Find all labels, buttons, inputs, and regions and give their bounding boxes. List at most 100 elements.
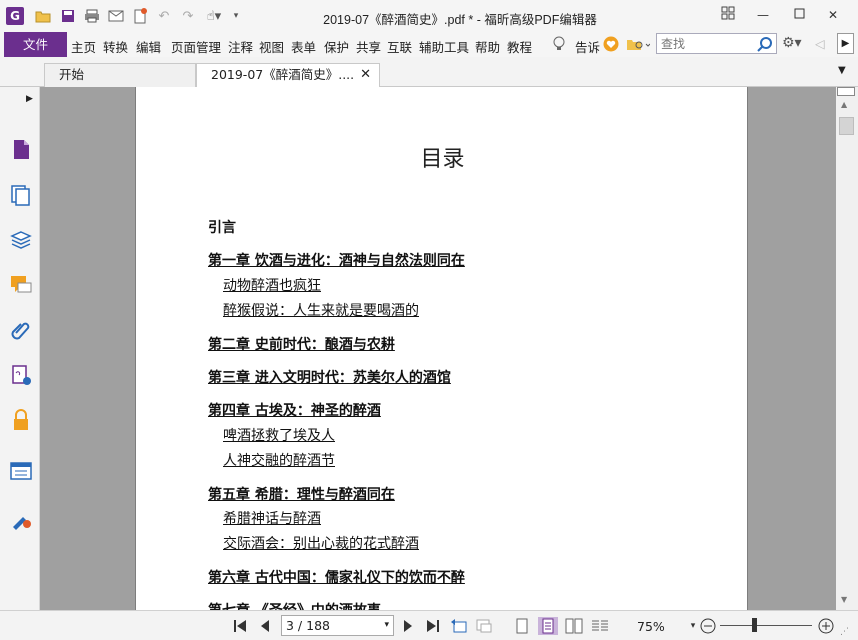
pages-icon[interactable] [9,183,33,207]
toc-section-link[interactable]: 人神交融的醉酒节 [223,450,335,470]
email-icon[interactable] [106,7,126,25]
attachments-icon[interactable] [9,318,33,342]
menu-page-management[interactable]: 页面管理 [171,37,221,56]
search-folder-icon[interactable] [626,36,651,55]
toc-title: 目录 [420,146,465,171]
search-input[interactable] [657,34,755,53]
scroll-up-icon[interactable]: ▲ [841,100,847,109]
toc-chapter-link[interactable]: 第一章 饮酒与进化：酒神与自然法则同在 [208,250,465,270]
menu-help[interactable]: 帮助 [475,37,500,56]
scroll-down-icon[interactable]: ▼ [841,595,847,604]
menu-share[interactable]: 共享 [356,37,381,56]
close-window-button[interactable]: ✕ [822,6,844,24]
menu-view[interactable]: 视图 [259,37,284,56]
expand-panel-icon[interactable]: ▶ [26,94,33,104]
scrollbar-thumb[interactable] [839,117,854,135]
tab-label: 2019-07《醉酒简史》.... [211,67,355,82]
print-icon[interactable] [82,7,102,25]
menu-tutorial[interactable]: 教程 [507,37,532,56]
file-menu-button[interactable]: 文件 [4,32,67,57]
comments-icon[interactable] [9,273,33,297]
security-lock-icon[interactable] [9,408,33,432]
toc-chapter-link[interactable]: 第三章 进入文明时代：苏美尔人的酒馆 [208,367,451,387]
window-title: 2019-07《醉酒简史》.pdf * - 福昕高级PDF编辑器 [323,13,597,27]
toc-section-link[interactable]: 交际酒会：别出心裁的花式醉酒 [223,533,419,553]
tab-label: 开始 [59,67,85,82]
menu-protect[interactable]: 保护 [324,37,349,56]
redo-icon[interactable]: ↷ [178,7,198,25]
split-handle[interactable] [837,87,855,96]
content-panel-icon[interactable] [9,459,33,483]
page-number-field[interactable]: 3 / 188 ▾ [281,615,394,636]
menu-comment[interactable]: 注释 [228,37,253,56]
signatures-icon[interactable] [9,363,33,387]
tell-me-label[interactable]: 告诉 [575,37,600,56]
ribbon-right-arrow-icon[interactable]: ▶ [837,33,854,54]
continuous-page-icon[interactable] [538,617,558,635]
continuous-facing-icon[interactable] [591,617,609,635]
status-bar: 3 / 188 ▾ 75% ▾ ⋰ [0,610,858,640]
new-document-icon[interactable] [130,7,150,25]
single-page-icon[interactable] [513,617,531,635]
pdf-page[interactable]: 目录 引言第一章 饮酒与进化：酒神与自然法则同在动物醉酒也疯狂醉猴假说：人生来就… [135,87,748,610]
hand-tool-icon[interactable]: ☝▾ [202,7,226,25]
toc-chapter-link[interactable]: 第六章 古代中国：儒家礼仪下的饮而不醉 [208,567,465,587]
last-page-icon[interactable] [424,617,442,635]
ribbon-display-icon[interactable] [717,6,739,24]
minimize-button[interactable]: — [752,6,774,24]
zoom-in-icon[interactable] [817,617,835,635]
close-tab-icon[interactable]: ✕ [360,64,371,86]
maximize-button[interactable] [788,6,810,24]
certificate-icon[interactable] [9,507,33,531]
page-dropdown-icon[interactable]: ▾ [384,616,389,635]
feedback-heart-icon[interactable] [603,36,619,55]
toc-chapter-link[interactable]: 引言 [208,217,236,237]
first-page-icon[interactable] [231,617,249,635]
toc-chapter-link[interactable]: 第五章 希腊：理性与醉酒同在 [208,484,395,504]
menu-home[interactable]: 主页 [71,37,96,56]
previous-page-icon[interactable] [256,617,274,635]
zoom-slider-track[interactable] [720,625,812,626]
toc-chapter-link[interactable]: 第二章 史前时代：酿酒与农耕 [208,334,395,354]
lightbulb-icon[interactable] [552,36,566,55]
next-view-icon[interactable] [475,617,493,635]
vertical-scrollbar[interactable]: ▲ ▼ [836,87,858,610]
title-bar: G ↶ ↷ ☝▾ ▾ 2019-07《醉酒简史》.pdf * - 福昕高级PDF… [0,0,858,32]
save-icon[interactable] [58,7,78,25]
magnifier-icon[interactable] [757,36,773,55]
foxit-logo-icon[interactable]: G [6,7,24,25]
undo-icon[interactable]: ↶ [154,7,174,25]
tab-document[interactable]: 2019-07《醉酒简史》.... ✕ [196,63,380,88]
navigation-panel: ▶ [0,87,43,610]
previous-view-icon[interactable] [450,617,468,635]
document-view[interactable]: 目录 引言第一章 饮酒与进化：酒神与自然法则同在动物醉酒也疯狂醉猴假说：人生来就… [40,87,836,610]
customize-toolbar-icon[interactable]: ▾ [230,7,242,25]
tab-bar: 开始 2019-07《醉酒简史》.... ✕ ▼ [0,57,858,88]
toc-chapter-link[interactable]: 第七章 《圣经》中的酒故事 [208,600,381,610]
open-folder-icon[interactable] [33,7,53,25]
resize-grip-icon[interactable]: ⋰ [840,627,849,637]
menu-connect[interactable]: 互联 [387,37,412,56]
layers-icon[interactable] [9,228,33,252]
toc-section-link[interactable]: 啤酒拯救了埃及人 [223,425,335,445]
search-box [656,33,777,54]
toc-section-link[interactable]: 动物醉酒也疯狂 [223,275,321,295]
next-page-icon[interactable] [399,617,417,635]
menu-accessibility[interactable]: 辅助工具 [419,37,469,56]
facing-pages-icon[interactable] [565,617,583,635]
toc-section-link[interactable]: 醉猴假说：人生来就是要喝酒的 [223,300,419,320]
toc-section-link[interactable]: 希腊神话与醉酒 [223,508,321,528]
menu-edit[interactable]: 编辑 [136,37,161,56]
settings-gear-icon[interactable]: ⚙▾ [782,35,802,51]
page-indicator: 3 / 188 [286,618,330,633]
toc-chapter-link[interactable]: 第四章 古埃及：神圣的醉酒 [208,400,381,420]
zoom-level[interactable]: 75% [637,619,665,634]
tab-list-dropdown-icon[interactable]: ▼ [838,65,846,76]
ribbon-left-arrow-icon[interactable]: ◁ [815,36,825,51]
menu-form[interactable]: 表单 [291,37,316,56]
page-thumbnails-icon[interactable] [9,137,33,161]
tab-start[interactable]: 开始 [44,63,196,87]
zoom-slider-handle[interactable] [752,618,757,632]
zoom-out-icon[interactable] [699,617,717,635]
menu-convert[interactable]: 转换 [103,37,128,56]
